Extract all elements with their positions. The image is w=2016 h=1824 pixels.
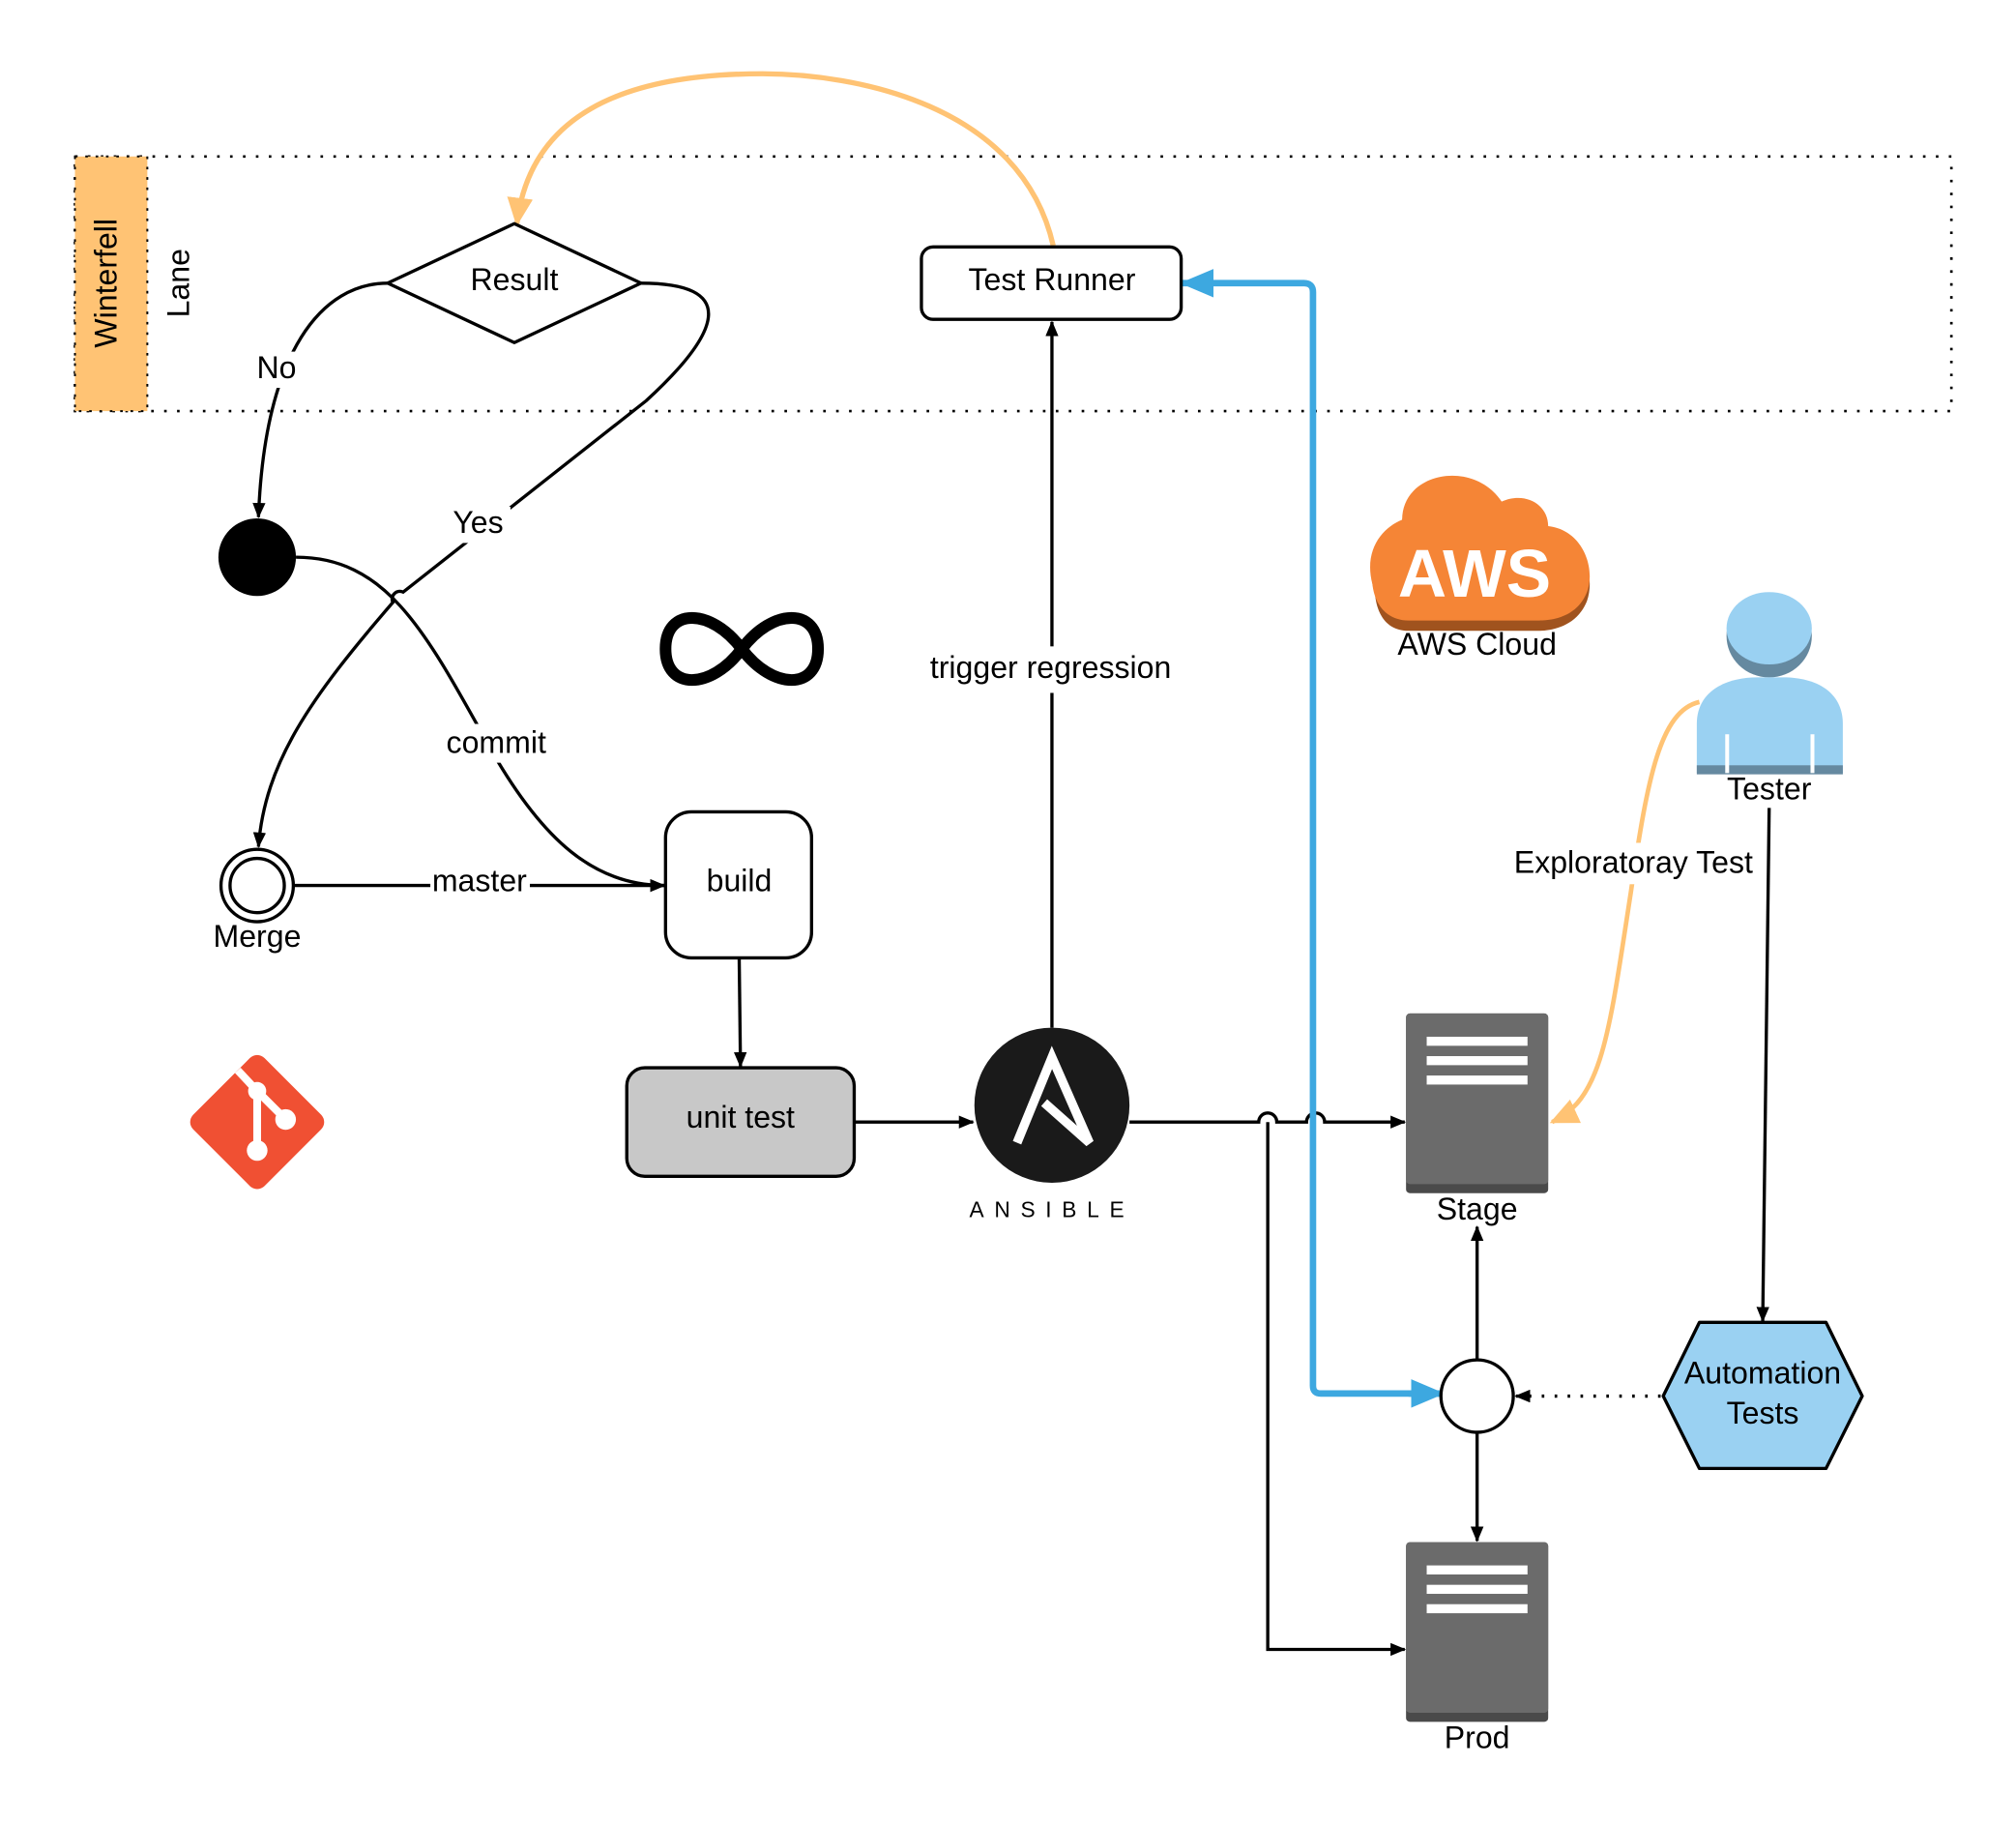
label-commit: commit — [447, 724, 546, 759]
lane-label: Lane — [161, 249, 196, 317]
diagram-canvas: Winterfell Lane No Yes commit master tri… — [73, 71, 1953, 1755]
edge-tester-automation — [1756, 808, 1771, 1323]
label-no: No — [257, 350, 297, 385]
tester-label: Tester — [1727, 772, 1812, 807]
label-master: master — [432, 863, 527, 897]
node-test-runner[interactable]: Test Runner — [920, 245, 1183, 321]
label-exploratory-test: Exploratoray Test — [1514, 845, 1753, 880]
node-merge[interactable]: Merge — [214, 847, 302, 954]
lane-header-label: Winterfell — [89, 219, 124, 348]
junction-node[interactable] — [1439, 1358, 1515, 1434]
aws-logo-text: AWS — [1398, 536, 1551, 611]
node-unit-test[interactable]: unit test — [625, 1066, 857, 1178]
prod-label: Prod — [1445, 1721, 1510, 1755]
ansible-logo[interactable]: ANSIBLE — [970, 1027, 1135, 1222]
merge-label: Merge — [214, 919, 302, 954]
git-icon — [190, 1054, 325, 1190]
automation-label-line2: Tests — [1727, 1396, 1799, 1430]
build-label: build — [707, 863, 773, 897]
aws-cloud-icon: AWS AWS Cloud — [1370, 475, 1591, 662]
edge-build-unittest — [733, 958, 747, 1069]
server-stage[interactable]: Stage — [1406, 1013, 1549, 1226]
edge-exploratory — [1549, 699, 1701, 1125]
edge-result-feedback — [507, 71, 1056, 247]
edge-ansible-prod — [1266, 1122, 1407, 1657]
aws-cloud-label: AWS Cloud — [1397, 627, 1557, 662]
ansible-label: ANSIBLE — [970, 1196, 1135, 1221]
test-runner-label: Test Runner — [969, 262, 1136, 297]
automation-label-line1: Automation — [1684, 1356, 1841, 1391]
unit-test-label: unit test — [687, 1100, 795, 1134]
edge-blue-sync — [1180, 269, 1443, 1397]
start-node[interactable] — [218, 518, 297, 597]
node-build[interactable]: build — [663, 809, 814, 960]
label-trigger-regression: trigger regression — [930, 650, 1172, 685]
edge-commit — [296, 555, 666, 893]
infinity-icon — [659, 611, 825, 687]
edge-no — [252, 281, 388, 519]
edge-ansible-stage — [1129, 1111, 1407, 1129]
stage-label: Stage — [1437, 1191, 1518, 1226]
node-automation-tests[interactable]: Automation Tests — [1661, 1320, 1864, 1471]
result-label: Result — [470, 262, 558, 297]
server-prod[interactable]: Prod — [1406, 1542, 1549, 1755]
decision-result[interactable]: Result — [386, 221, 643, 344]
label-yes: Yes — [453, 505, 503, 540]
tester-user-icon[interactable]: Tester — [1696, 592, 1843, 807]
